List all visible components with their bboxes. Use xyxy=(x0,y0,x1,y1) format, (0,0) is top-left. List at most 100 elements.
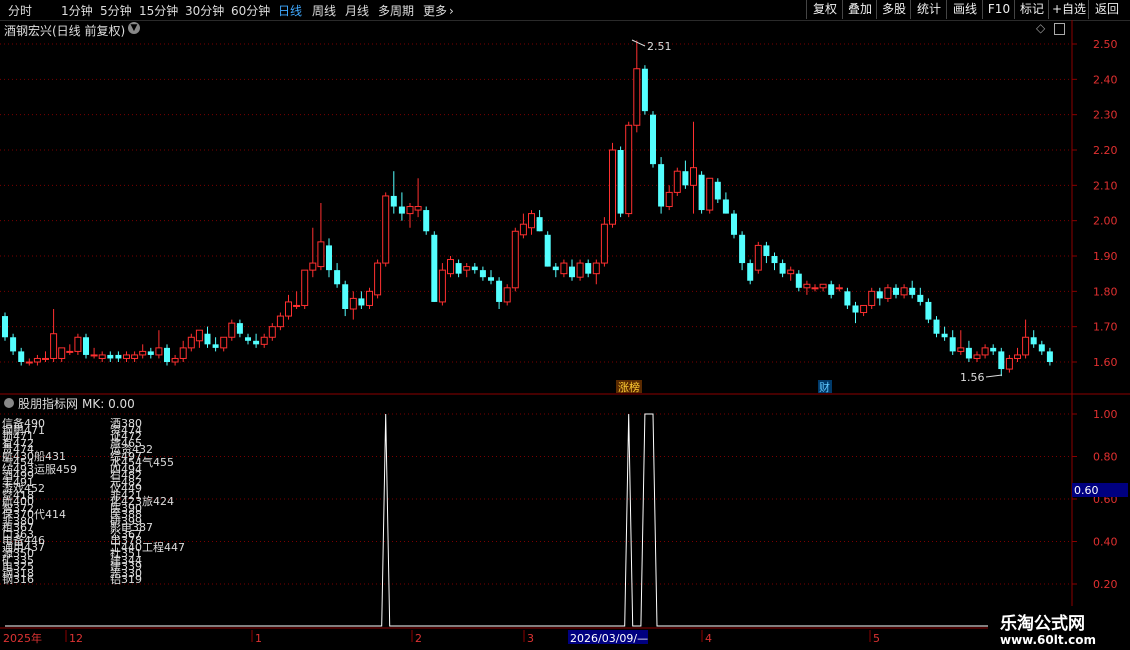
candle-body xyxy=(285,301,292,317)
candle-body xyxy=(682,171,689,186)
candle xyxy=(665,185,673,211)
candle xyxy=(10,333,17,355)
candle-body xyxy=(2,316,8,338)
indicator-title: 股朋指标网 xyxy=(18,396,78,411)
candle xyxy=(528,210,535,235)
candle xyxy=(276,312,284,331)
candle-body xyxy=(334,270,341,285)
candle-body xyxy=(641,68,648,112)
date-label-12: 12 xyxy=(69,632,83,645)
candle-body xyxy=(42,357,49,360)
candle xyxy=(455,259,462,278)
candle-body xyxy=(528,213,535,229)
candle-body xyxy=(398,206,405,214)
candle-body xyxy=(253,340,260,345)
candle xyxy=(260,333,268,348)
watermark-title: 乐淘公式网 xyxy=(1000,614,1085,634)
candle-body xyxy=(673,170,681,193)
candle-body xyxy=(83,337,89,355)
candle xyxy=(973,351,981,362)
candle xyxy=(204,326,211,348)
candle xyxy=(747,259,754,285)
candle-body xyxy=(585,263,592,274)
price-tick-label: 1.60 xyxy=(1093,356,1118,369)
candle-body xyxy=(909,287,916,295)
candle-body xyxy=(107,354,114,359)
candle xyxy=(342,280,349,317)
candle xyxy=(1038,340,1045,355)
indicator-chevron-icon[interactable] xyxy=(4,398,14,408)
candle-body xyxy=(349,297,357,310)
candle xyxy=(844,287,851,309)
date-label-4: 4 xyxy=(705,632,712,645)
candle-body xyxy=(260,336,268,345)
candle xyxy=(592,259,600,285)
candle xyxy=(139,344,147,359)
candle-body xyxy=(860,304,868,314)
price-tick-label: 2.00 xyxy=(1093,215,1118,228)
candle xyxy=(90,347,98,359)
candle xyxy=(98,351,106,362)
candle xyxy=(925,298,932,324)
watermark: 乐淘公式网 www.60lt.com xyxy=(988,606,1130,650)
candle-body xyxy=(714,181,721,200)
candle xyxy=(406,203,414,228)
candle xyxy=(33,354,41,366)
candle xyxy=(900,284,908,299)
candle xyxy=(860,304,868,317)
candle xyxy=(519,213,527,239)
candle xyxy=(876,287,883,306)
candle xyxy=(779,259,786,278)
candle xyxy=(503,284,511,306)
candle-body xyxy=(390,195,397,207)
candle-body xyxy=(941,333,948,338)
candle-body xyxy=(819,283,827,289)
candle-body xyxy=(698,174,705,211)
event-marker-zhangbang[interactable]: 涨榜 xyxy=(616,380,642,394)
candle xyxy=(245,333,251,345)
price-tick-label: 1.90 xyxy=(1093,250,1118,263)
candle-body xyxy=(511,230,519,289)
candle xyxy=(220,336,228,352)
candle xyxy=(576,259,584,281)
candle xyxy=(617,146,624,218)
price-grid xyxy=(0,43,1072,363)
candle-body xyxy=(998,351,1005,370)
candle xyxy=(18,347,25,366)
candle xyxy=(998,347,1005,377)
candle xyxy=(123,351,130,362)
candle xyxy=(1022,319,1030,359)
candle-body xyxy=(228,322,236,338)
price-tick-label: 2.20 xyxy=(1093,144,1118,157)
candle xyxy=(334,263,341,288)
candle xyxy=(236,319,243,338)
candle xyxy=(722,192,729,214)
candle-body xyxy=(933,319,940,334)
candle xyxy=(536,210,543,232)
candle xyxy=(414,178,422,218)
candle-body xyxy=(609,149,616,225)
candle xyxy=(625,121,633,218)
candle-body xyxy=(519,223,527,236)
candle xyxy=(131,351,139,362)
candle-body xyxy=(957,347,965,352)
candle xyxy=(471,263,478,274)
event-marker-cai[interactable]: 财 xyxy=(818,380,832,394)
candle-body xyxy=(455,263,462,274)
candle-body xyxy=(828,284,835,295)
candle xyxy=(941,326,948,341)
indicator-sector-list: 信备490 钢鹏471 锁471 有472 贵474 航430船431 汽454 纺493运服… xyxy=(2,418,262,626)
candle xyxy=(763,241,770,264)
candle-body xyxy=(195,329,203,342)
price-tick-label: 1.80 xyxy=(1093,285,1118,298)
candle-body xyxy=(431,234,438,302)
indicator-highlight: 0.60 xyxy=(1072,483,1128,497)
candle xyxy=(754,241,762,274)
candle-body xyxy=(787,269,795,275)
candle-body xyxy=(423,210,430,232)
candle-body xyxy=(317,241,325,268)
candle-body xyxy=(925,301,932,320)
candle xyxy=(1005,354,1013,373)
candle-body xyxy=(447,259,454,275)
price-axis-labels: 1.60 1.70 1.80 1.90 2.00 2.10 2.20 2.30 2.40 2.50 xyxy=(1072,38,1118,369)
